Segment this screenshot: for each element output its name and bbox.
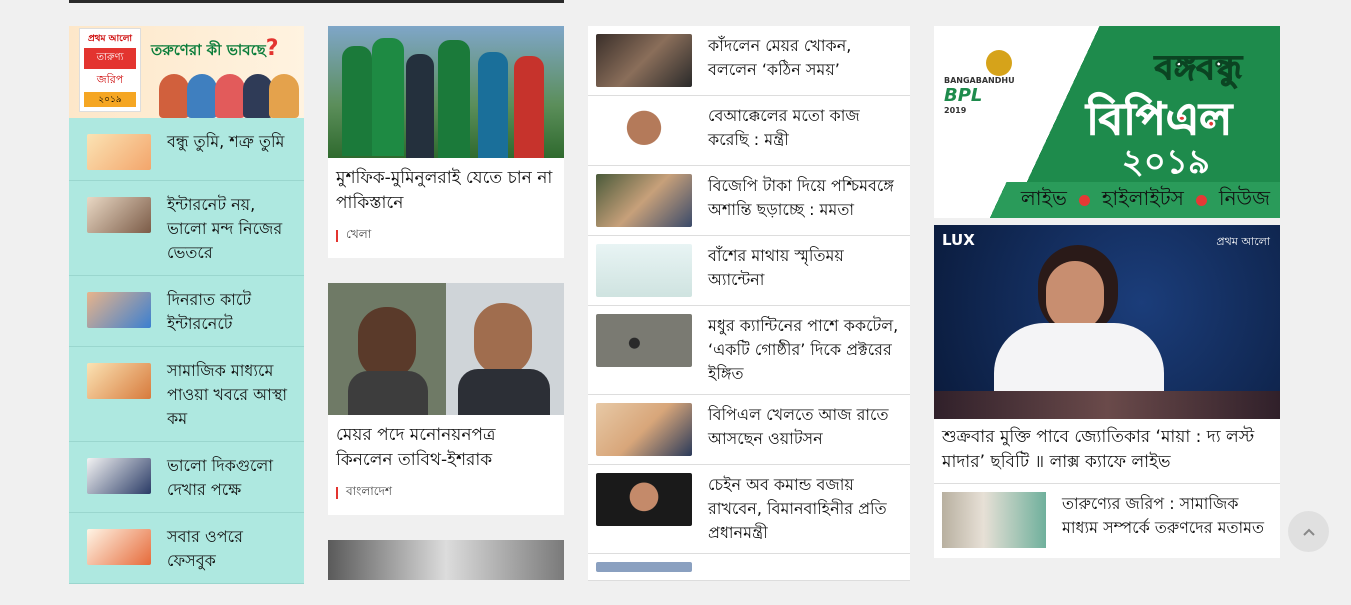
thumbnail[interactable]	[596, 34, 692, 87]
tarunya-banner[interactable]: প্রথম আলো তারুণ্য জরিপ ২০১৯ তরুণেরা কী ভ…	[69, 26, 304, 118]
category-label[interactable]: বাংলাদেশ	[346, 483, 392, 503]
list-item-title[interactable]: বন্ধু তুমি, শত্রু তুমি	[167, 130, 284, 170]
list-item-title[interactable]: সামাজিক মাধ্যমে পাওয়া খবরে আস্থা কম	[167, 359, 294, 431]
bpl-link-live[interactable]: লাইভ	[1021, 184, 1067, 217]
list-item[interactable]: চেইন অব কমান্ড বজায় রাখবেন, বিমানবাহিনী…	[588, 465, 910, 554]
list-item[interactable]: বিপিএল খেলতে আজ রাতে আসছেন ওয়াটসন	[588, 395, 910, 465]
video-title[interactable]: শুক্রবার মুক্তি পাবে জ্যোতিকার ‘মায়া : …	[934, 419, 1280, 484]
lead-card[interactable]: মুশফিক-মুমিনুলরাই যেতে চান না পাকিস্তানে…	[328, 26, 564, 258]
bpl-banner[interactable]: BANGABANDHU BPL 2019 বঙ্গবন্ধু বিপিএল ২০১৯…	[934, 26, 1280, 218]
news-list: কাঁদলেন মেয়র খোকন, বললেন ‘কঠিন সময়’ বে…	[588, 26, 910, 581]
tarunya-panel: প্রথম আলো তারুণ্য জরিপ ২০১৯ তরুণেরা কী ভ…	[69, 26, 304, 586]
thumbnail	[87, 292, 151, 328]
category-marker	[336, 230, 338, 242]
category-label[interactable]: খেলা	[346, 226, 371, 246]
video-news-title[interactable]: তারুণ্যের জরিপ : সামাজিক মাধ্যম সম্পর্কে…	[1062, 492, 1272, 550]
news-title[interactable]: বেআক্কেলের মতো কাজ করেছি : মন্ত্রী	[708, 104, 902, 157]
question-text: তরুণেরা কী ভাবছে	[151, 41, 266, 59]
trophy-icon	[986, 50, 1012, 76]
news-title[interactable]: মধুর ক্যান্টিনের পাশে ককটেল, ‘একটি গোষ্ঠ…	[708, 314, 902, 386]
bpl-logo-text: BPL	[944, 85, 983, 106]
logo-label-text: জরিপ	[96, 73, 124, 86]
card-title[interactable]: মেয়র পদে মনোনয়নপত্র কিনলেন তাবিথ-ইশরাক	[328, 415, 564, 477]
question-mark: ?	[265, 36, 279, 61]
list-item-title[interactable]: ইন্টারনেট নয়, ভালো মন্দ নিজের ভেতরে	[167, 193, 294, 265]
thumbnail	[87, 458, 151, 494]
thumbnail[interactable]	[596, 473, 692, 526]
lux-logo: LUX	[942, 231, 975, 249]
news-title[interactable]: বিপিএল খেলতে আজ রাতে আসছেন ওয়াটসন	[708, 403, 902, 456]
logo-year-text: ২০১৯	[84, 92, 136, 107]
card-category[interactable]: খেলা	[328, 220, 564, 258]
back-to-top-button[interactable]	[1288, 511, 1329, 552]
dot-icon	[1078, 194, 1090, 206]
list-item[interactable]	[588, 554, 910, 581]
list-item-title[interactable]: সবার ওপরে ফেসবুক	[167, 525, 294, 573]
tarunya-people-image	[159, 66, 299, 118]
thumbnail	[87, 134, 151, 170]
thumbnail[interactable]	[596, 174, 692, 227]
card-category[interactable]: বাংলাদেশ	[328, 477, 564, 515]
card-image[interactable]	[328, 283, 564, 415]
bpl-logo-top: BANGABANDHU	[944, 76, 1015, 85]
lead-cards: মুশফিক-মুমিনুলরাই যেতে চান না পাকিস্তানে…	[328, 26, 564, 605]
top-rule	[69, 0, 564, 3]
list-item[interactable]: মধুর ক্যান্টিনের পাশে ককটেল, ‘একটি গোষ্ঠ…	[588, 306, 910, 395]
thumbnail[interactable]	[596, 562, 692, 572]
bpl-logo-year: 2019	[944, 106, 967, 115]
card-title[interactable]: মুশফিক-মুমিনুলরাই যেতে চান না পাকিস্তানে	[328, 158, 564, 220]
thumbnail[interactable]	[596, 314, 692, 367]
prothom-alo-logo: প্রথম আলো	[1216, 235, 1270, 248]
dot-icon	[1195, 194, 1207, 206]
list-item[interactable]: কাঁদলেন মেয়র খোকন, বললেন ‘কঠিন সময়’	[588, 26, 910, 96]
news-title[interactable]: বাঁশের মাথায় স্মৃতিময় অ্যান্টেনা	[708, 244, 902, 297]
tarunya-question: তরুণেরা কী ভাবছে?	[151, 36, 278, 64]
list-item[interactable]: সামাজিক মাধ্যমে পাওয়া খবরে আস্থা কম	[69, 347, 304, 442]
thumbnail	[87, 529, 151, 565]
news-title[interactable]: বিজেপি টাকা দিয়ে পশ্চিমবঙ্গে অশান্তি ছড…	[708, 174, 902, 227]
thumbnail[interactable]	[596, 403, 692, 456]
thumbnail	[87, 363, 151, 399]
bpl-link-highlights[interactable]: হাইলাইটস	[1102, 184, 1184, 217]
lead-card[interactable]	[328, 540, 564, 580]
thumbnail	[87, 197, 151, 233]
bpl-links: লাইভ হাইলাইটস নিউজ	[934, 182, 1280, 218]
list-item[interactable]: বেআক্কেলের মতো কাজ করেছি : মন্ত্রী	[588, 96, 910, 166]
list-item[interactable]: দিনরাত কাটে ইন্টারনেটে	[69, 276, 304, 347]
list-item[interactable]: তারুণ্যের জরিপ : সামাজিক মাধ্যম সম্পর্কে…	[934, 484, 1280, 558]
thumbnail[interactable]	[596, 244, 692, 297]
chevron-up-icon	[1302, 528, 1315, 536]
tarunya-list: বন্ধু তুমি, শত্রু তুমি ইন্টারনেট নয়, ভা…	[69, 118, 304, 584]
news-title[interactable]: কাঁদলেন মেয়র খোকন, বললেন ‘কঠিন সময়’	[708, 34, 902, 87]
tarunya-logo: প্রথম আলো তারুণ্য জরিপ ২০১৯	[79, 28, 141, 112]
video-card[interactable]: LUX প্রথম আলো শুক্রবার মুক্তি পাবে জ্যোত…	[934, 225, 1280, 484]
logo-top-text: প্রথম আলো	[87, 34, 133, 44]
list-item[interactable]: সবার ওপরে ফেসবুক	[69, 513, 304, 584]
thumbnail[interactable]	[596, 104, 692, 157]
lead-card[interactable]: মেয়র পদে মনোনয়নপত্র কিনলেন তাবিথ-ইশরাক…	[328, 283, 564, 515]
bpl-logo: BANGABANDHU BPL 2019	[944, 76, 1015, 115]
news-title[interactable]: চেইন অব কমান্ড বজায় রাখবেন, বিমানবাহিনী…	[708, 473, 902, 545]
list-item[interactable]: ইন্টারনেট নয়, ভালো মন্দ নিজের ভেতরে	[69, 181, 304, 276]
video-thumbnail[interactable]: LUX প্রথম আলো	[934, 225, 1280, 419]
right-rail: BANGABANDHU BPL 2019 বঙ্গবন্ধু বিপিএল ২০১৯…	[934, 26, 1280, 558]
list-item-title[interactable]: ভালো দিকগুলো দেখার পক্ষে	[167, 454, 294, 502]
list-item[interactable]: বন্ধু তুমি, শত্রু তুমি	[69, 118, 304, 181]
list-item-title[interactable]: দিনরাত কাটে ইন্টারনেটে	[167, 288, 294, 336]
list-item[interactable]: ভালো দিকগুলো দেখার পক্ষে	[69, 442, 304, 513]
list-item[interactable]: বিজেপি টাকা দিয়ে পশ্চিমবঙ্গে অশান্তি ছড…	[588, 166, 910, 236]
bpl-link-news[interactable]: নিউজ	[1219, 184, 1270, 217]
card-image[interactable]	[328, 26, 564, 158]
list-item[interactable]: বাঁশের মাথায় স্মৃতিময় অ্যান্টেনা	[588, 236, 910, 306]
thumbnail[interactable]	[942, 492, 1046, 548]
logo-mid-text: তারুণ্য	[84, 48, 136, 69]
card-image[interactable]	[328, 540, 564, 580]
category-marker	[336, 487, 338, 499]
